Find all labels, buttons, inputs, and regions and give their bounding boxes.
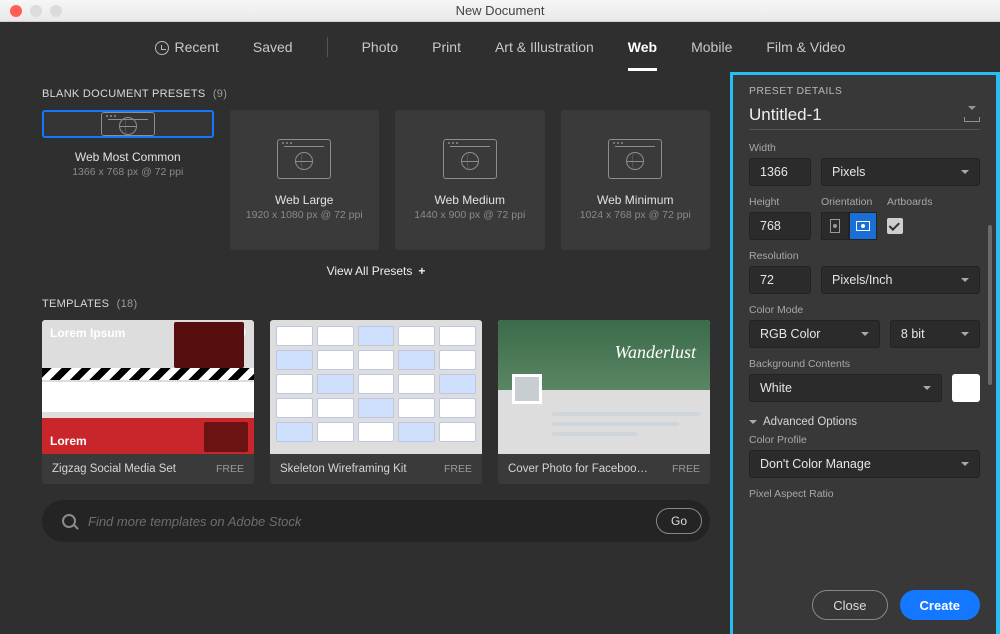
artboards-checkbox[interactable] — [887, 218, 903, 234]
advanced-toggle[interactable]: Advanced Options — [749, 416, 980, 428]
bg-label: Background Contents — [749, 358, 980, 370]
tab-print[interactable]: Print — [432, 35, 461, 59]
tab-saved[interactable]: Saved — [253, 35, 293, 59]
divider — [327, 37, 328, 57]
bg-select[interactable]: White — [749, 374, 942, 402]
tab-film[interactable]: Film & Video — [766, 35, 845, 59]
colormode-label: Color Mode — [749, 304, 980, 316]
template-zigzag[interactable]: Lorem Ipsum 00 Lorem Zigzag Social Media… — [42, 320, 254, 484]
artboards-label: Artboards — [887, 196, 933, 208]
colorprofile-label: Color Profile — [749, 434, 980, 446]
dialog: Recent Saved Photo Print Art & Illustrat… — [0, 22, 1000, 634]
height-input[interactable]: 768 — [749, 212, 811, 240]
colormode-select[interactable]: RGB Color — [749, 320, 880, 348]
chevron-down-icon — [961, 332, 969, 340]
view-all-presets[interactable]: View All Presets+ — [42, 264, 710, 278]
orientation-landscape[interactable] — [849, 212, 877, 240]
width-input[interactable]: 1366 — [749, 158, 811, 186]
preset-grid: Web Most Common 1366 x 768 px @ 72 ppi W… — [42, 110, 710, 250]
preset-web-medium[interactable]: Web Medium 1440 x 900 px @ 72 ppi — [395, 110, 545, 250]
template-thumbnail — [270, 320, 482, 454]
close-button[interactable]: Close — [812, 590, 887, 620]
search-placeholder: Find more templates on Adobe Stock — [88, 514, 644, 529]
template-grid: Lorem Ipsum 00 Lorem Zigzag Social Media… — [42, 320, 710, 484]
create-button[interactable]: Create — [900, 590, 980, 620]
tab-recent[interactable]: Recent — [155, 35, 219, 59]
chevron-down-icon — [961, 278, 969, 286]
unit-select[interactable]: Pixels — [821, 158, 980, 186]
document-name-input[interactable]: Untitled-1 — [749, 105, 964, 125]
chevron-down-icon — [923, 386, 931, 394]
width-label: Width — [749, 142, 980, 154]
tab-art[interactable]: Art & Illustration — [495, 35, 594, 59]
template-coverphoto[interactable]: Wanderlust Cover Photo for Facebook with… — [498, 320, 710, 484]
template-thumbnail: Wanderlust — [498, 320, 710, 454]
chevron-down-icon — [861, 332, 869, 340]
colorprofile-select[interactable]: Don't Color Manage — [749, 450, 980, 478]
search-icon — [62, 514, 76, 528]
window-controls — [10, 5, 62, 17]
clock-icon — [155, 41, 169, 55]
bg-color-swatch[interactable] — [952, 374, 980, 402]
category-tabs: Recent Saved Photo Print Art & Illustrat… — [0, 22, 1000, 72]
close-window-icon[interactable] — [10, 5, 22, 17]
preset-web-minimum[interactable]: Web Minimum 1024 x 768 px @ 72 ppi — [561, 110, 711, 250]
go-button[interactable]: Go — [656, 508, 702, 534]
orientation-portrait[interactable] — [821, 212, 849, 240]
preset-web-large[interactable]: Web Large 1920 x 1080 px @ 72 ppi — [230, 110, 380, 250]
titlebar: New Document — [0, 0, 1000, 22]
chevron-down-icon — [961, 462, 969, 470]
bitdepth-select[interactable]: 8 bit — [890, 320, 980, 348]
web-preset-icon — [608, 139, 662, 179]
scrollbar[interactable] — [988, 85, 992, 564]
template-thumbnail: Lorem Ipsum 00 Lorem — [42, 320, 254, 454]
zoom-window-icon[interactable] — [50, 5, 62, 17]
panel-heading: PRESET DETAILS — [749, 85, 980, 97]
template-skeleton[interactable]: Skeleton Wireframing KitFREE — [270, 320, 482, 484]
content-area: BLANK DOCUMENT PRESETS (9) Web Most Comm… — [0, 72, 730, 634]
resolution-unit-select[interactable]: Pixels/Inch — [821, 266, 980, 294]
preset-web-most-common[interactable]: Web Most Common 1366 x 768 px @ 72 ppi — [42, 110, 214, 138]
preset-details-panel: PRESET DETAILS Untitled-1 Width 1366 Pix… — [730, 72, 1000, 634]
chevron-down-icon — [961, 170, 969, 178]
orientation-label: Orientation — [821, 196, 877, 208]
web-preset-icon — [277, 139, 331, 179]
stock-search[interactable]: Find more templates on Adobe Stock Go — [42, 500, 710, 542]
tab-web[interactable]: Web — [628, 35, 657, 59]
orientation-toggle — [821, 212, 877, 240]
plus-icon: + — [418, 264, 425, 278]
tab-mobile[interactable]: Mobile — [691, 35, 732, 59]
presets-heading: BLANK DOCUMENT PRESETS (9) — [42, 88, 710, 100]
web-preset-icon — [101, 112, 155, 136]
save-preset-icon[interactable] — [964, 108, 980, 122]
window-title: New Document — [0, 3, 1000, 18]
par-label: Pixel Aspect Ratio — [749, 488, 980, 500]
tab-photo[interactable]: Photo — [362, 35, 399, 59]
height-label: Height — [749, 196, 811, 208]
dialog-footer: Close Create — [733, 578, 996, 634]
templates-heading: TEMPLATES (18) — [42, 298, 710, 310]
resolution-input[interactable]: 72 — [749, 266, 811, 294]
minimize-window-icon[interactable] — [30, 5, 42, 17]
resolution-label: Resolution — [749, 250, 980, 262]
chevron-down-icon — [749, 420, 757, 428]
web-preset-icon — [443, 139, 497, 179]
